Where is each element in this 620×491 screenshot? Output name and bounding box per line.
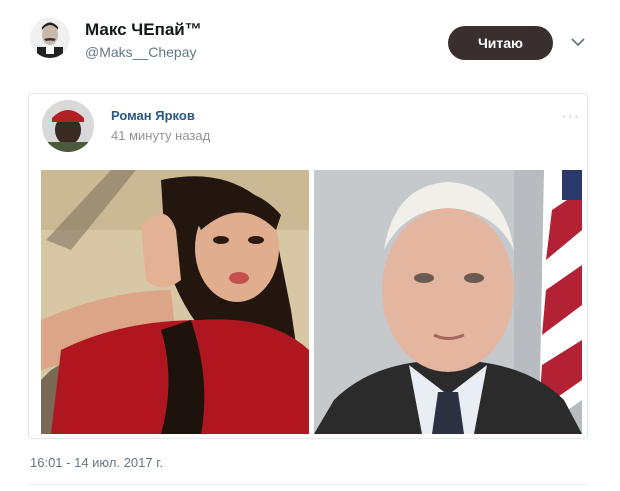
author-avatar[interactable] — [30, 18, 70, 58]
post-author-name[interactable]: Роман Ярков — [111, 108, 195, 123]
post-photo-left[interactable] — [41, 170, 309, 434]
tweet-timestamp[interactable]: 16:01 - 14 июл. 2017 г. — [30, 455, 163, 470]
author-name[interactable]: Макс ЧЕпай™ — [85, 20, 202, 40]
author-handle[interactable]: @Maks__Chepay — [85, 44, 197, 60]
tweet-header: Макс ЧЕпай™ @Maks__Chepay Читаю — [0, 0, 620, 80]
post-time[interactable]: 41 минуту назад — [111, 128, 210, 143]
follow-button[interactable]: Читаю — [448, 26, 553, 60]
post-photo-right[interactable] — [314, 170, 582, 434]
post-author-avatar[interactable] — [42, 100, 94, 152]
embedded-post-card[interactable]: Роман Ярков 41 минуту назад ··· — [28, 93, 588, 439]
chevron-down-icon[interactable] — [570, 36, 586, 48]
divider — [28, 484, 588, 485]
more-options-icon[interactable]: ··· — [561, 108, 580, 126]
